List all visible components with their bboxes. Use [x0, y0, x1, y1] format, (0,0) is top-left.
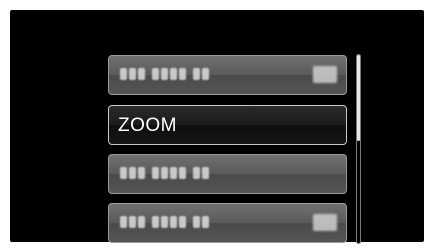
- menu-item-label: ZOOM: [118, 115, 177, 136]
- menu-item-1[interactable]: [108, 55, 347, 95]
- obscured-icon: [313, 214, 337, 231]
- menu-item-zoom[interactable]: ZOOM: [108, 105, 347, 145]
- obscured-label: [120, 68, 209, 82]
- obscured-label: [120, 167, 209, 181]
- obscured-label: [120, 216, 209, 230]
- scrollbar-thumb[interactable]: [357, 55, 360, 141]
- menu-item-3[interactable]: [108, 154, 347, 194]
- scrollbar[interactable]: [356, 54, 361, 244]
- menu-item-4[interactable]: [108, 203, 347, 243]
- camera-menu-screen: ZOOM: [10, 10, 424, 244]
- obscured-icon: [313, 66, 337, 83]
